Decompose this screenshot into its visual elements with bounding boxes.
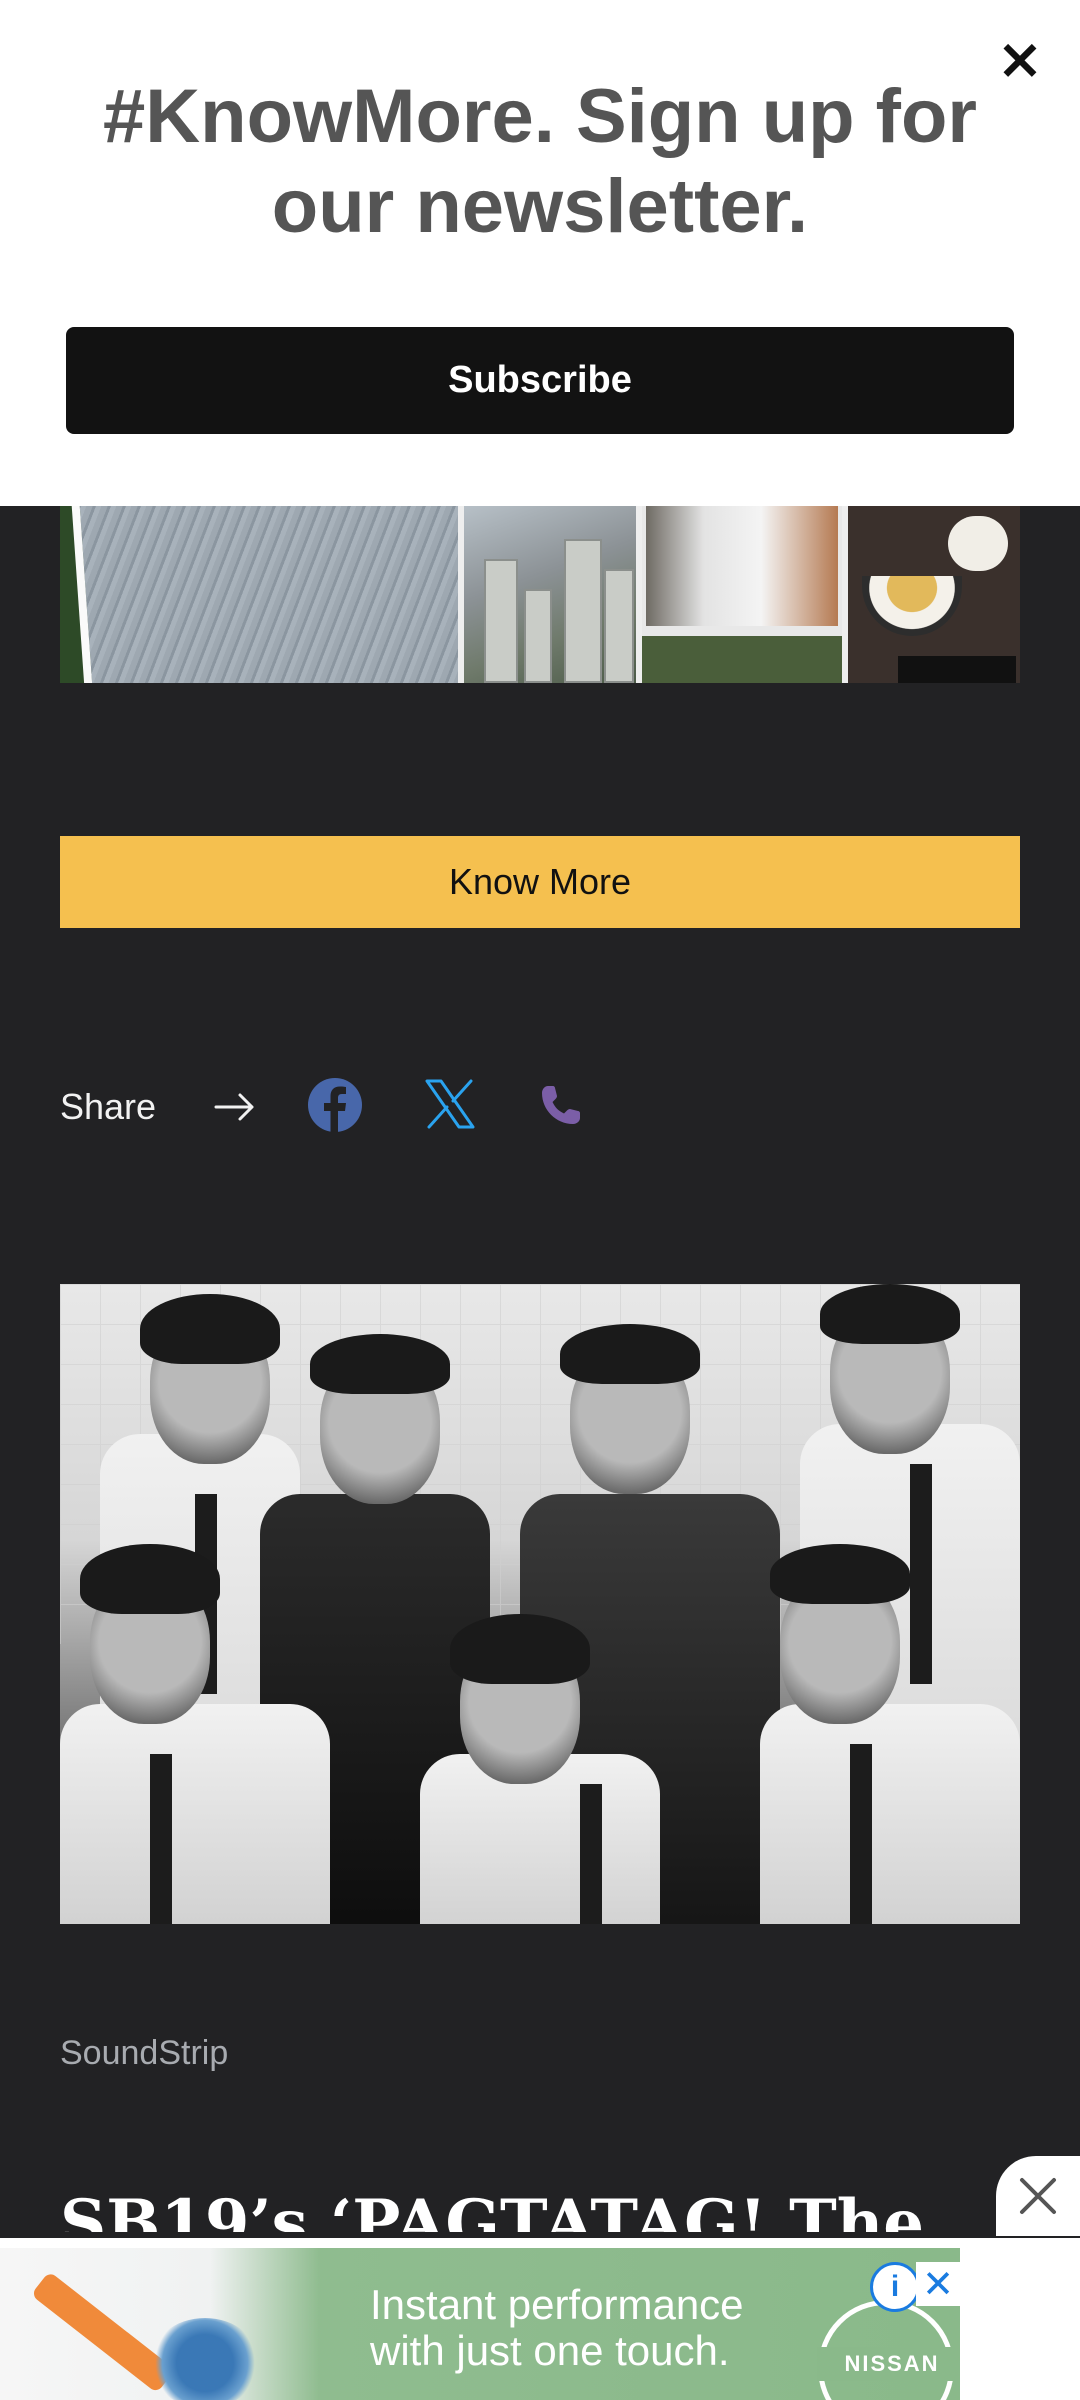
gallery-photo-city	[464, 506, 636, 683]
close-ad-button[interactable]	[996, 2156, 1080, 2236]
know-more-button[interactable]: Know More	[60, 836, 1020, 928]
x-twitter-icon[interactable]	[424, 1078, 476, 1130]
share-row: Share	[60, 1070, 660, 1144]
share-label: Share	[60, 1086, 157, 1127]
article-headline[interactable]: SB19’s ‘PAGTATAG! The	[60, 2192, 1020, 2232]
close-icon	[1020, 2178, 1056, 2214]
subscribe-button[interactable]: Subscribe	[66, 327, 1014, 434]
article-hero-image[interactable]	[60, 1284, 1020, 1924]
ad-dismiss-icon[interactable]: ✕	[916, 2262, 960, 2306]
ad-text: Instant performance with just one touch.	[370, 2281, 744, 2374]
gallery-photo-denim	[60, 506, 458, 683]
gallery-photo-cafe	[642, 506, 842, 683]
gallery-photo-tea	[848, 506, 1020, 683]
arrow-right-icon	[214, 1093, 254, 1121]
ad-info-icon[interactable]: i	[870, 2262, 920, 2312]
phone-icon[interactable]	[536, 1080, 586, 1130]
photo-gallery-strip	[60, 506, 1020, 683]
newsletter-title: #KnowMore. Sign up for our newsletter.	[103, 74, 977, 249]
ad-banner[interactable]: Instant performance with just one touch.…	[0, 2238, 1080, 2400]
newsletter-modal: × #KnowMore. Sign up for our newsletter.…	[0, 0, 1080, 506]
ad-creative[interactable]: Instant performance with just one touch.…	[0, 2248, 960, 2400]
article-category-label[interactable]: SoundStrip	[60, 2034, 228, 2073]
nissan-logo: NISSAN	[817, 2300, 960, 2400]
ink-blob-illustration	[150, 2318, 260, 2400]
facebook-icon[interactable]	[306, 1076, 364, 1134]
